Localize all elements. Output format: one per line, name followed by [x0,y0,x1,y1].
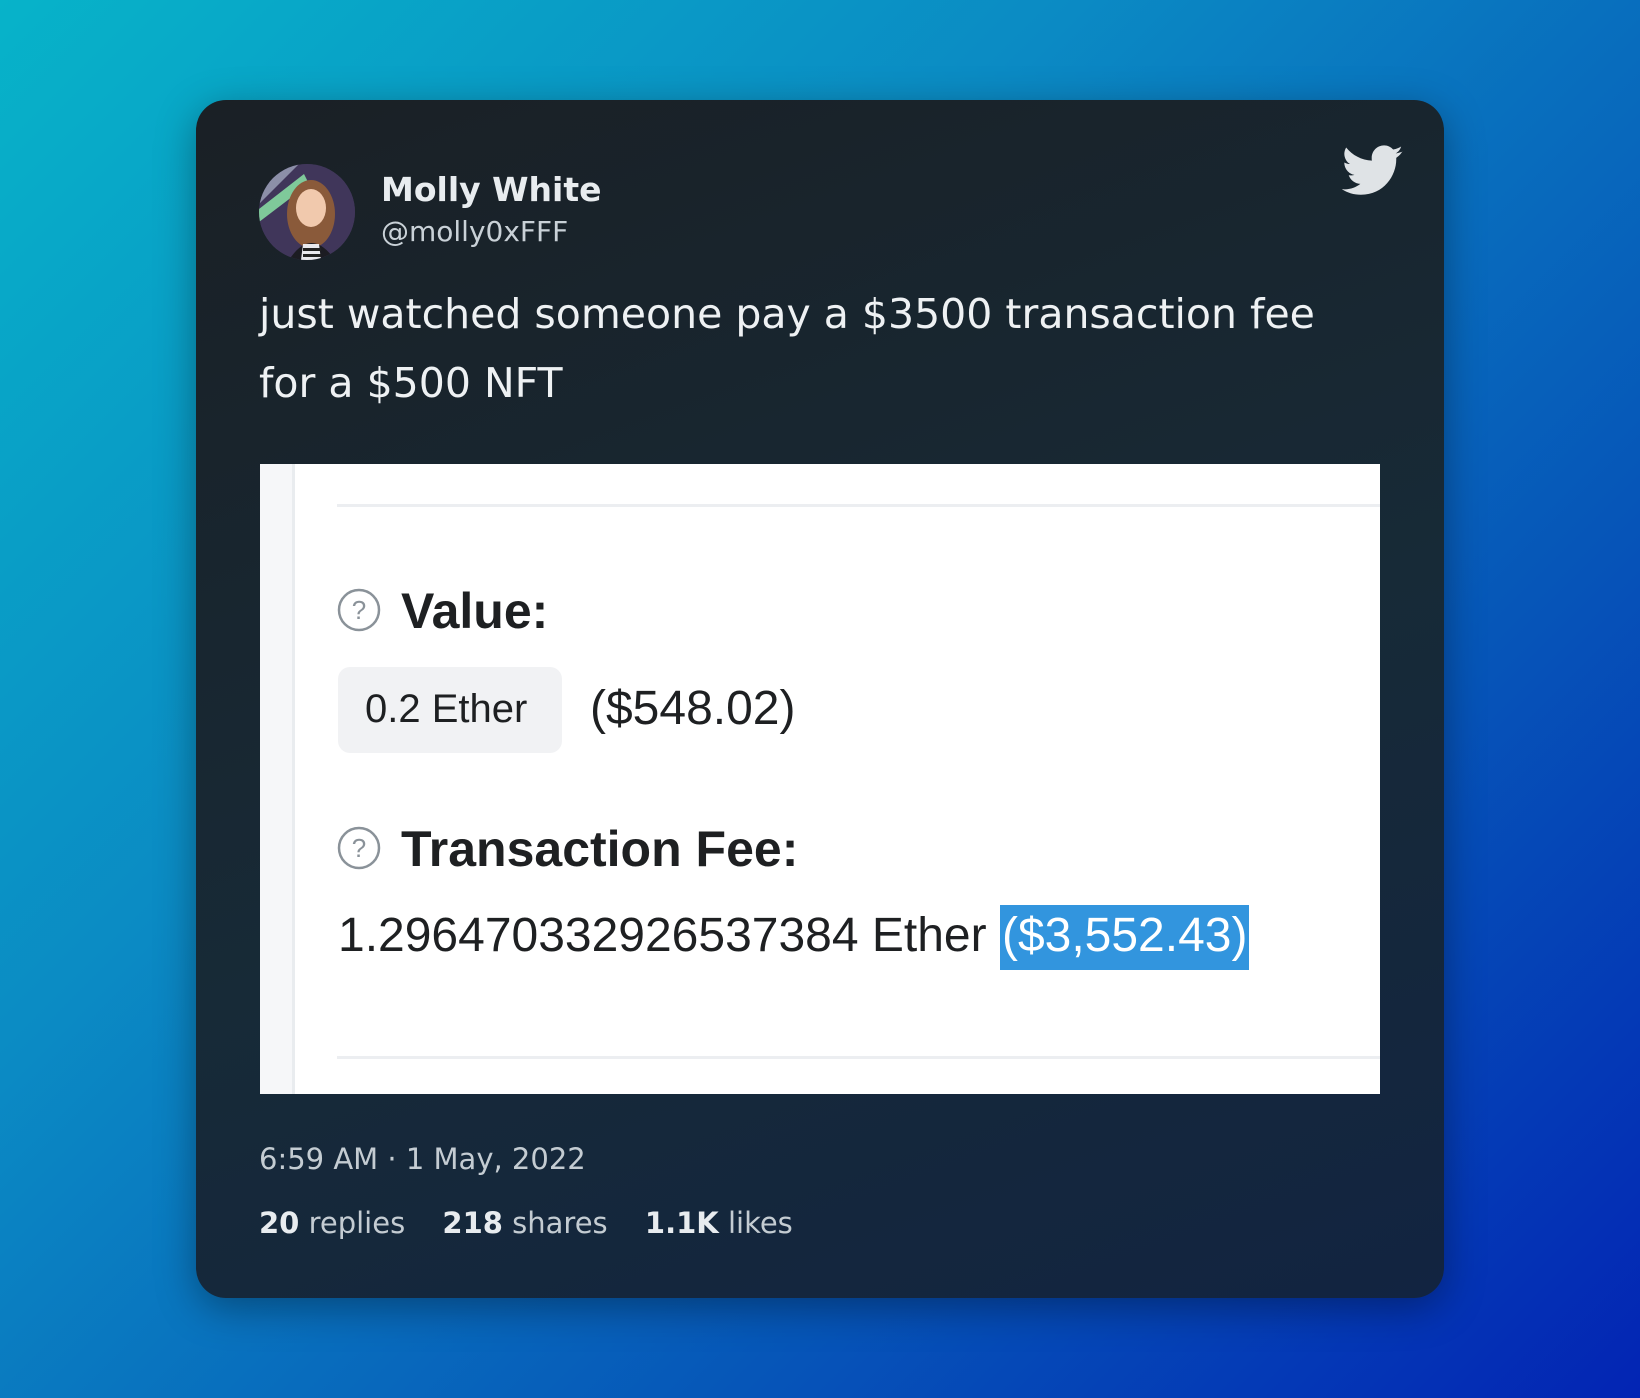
replies-label: replies [308,1206,406,1240]
fee-ether: 1.296470332926537384 Ether [338,909,987,962]
value-ether-badge: 0.2 Ether [338,667,562,753]
replies-count: 20 [259,1206,300,1240]
shares-label: shares [512,1206,608,1240]
tweet-media-image[interactable]: ? Value: 0.2 Ether ($548.02) ? Transacti… [260,464,1380,1094]
tweet-timestamp[interactable]: 6:59 AM · 1 May, 2022 [259,1142,586,1176]
divider-bottom [337,1056,1380,1059]
question-circle-icon: ? [337,588,381,632]
fee-usd: ($3,552.43) [999,905,1250,970]
value-usd: ($548.02) [590,682,796,735]
author-name[interactable]: Molly White [381,170,602,209]
value-ether: 0.2 Ether [365,687,528,731]
twitter-bird-icon[interactable] [1341,144,1404,198]
media-sidebar [260,464,295,1094]
fee-label: Transaction Fee: [401,821,799,877]
question-circle-icon: ? [337,826,381,870]
value-label: Value: [401,583,549,639]
tweet-stats: 20 replies 218 shares 1.1K likes [259,1206,821,1240]
likes-count: 1.1K [644,1206,719,1240]
author-handle[interactable]: @molly0xFFF [381,215,568,248]
svg-text:?: ? [352,833,366,863]
svg-text:?: ? [352,595,366,625]
replies-stat[interactable]: 20 replies [259,1206,405,1240]
fee-row: 1.296470332926537384 Ether ($3,552.43) [338,905,1250,970]
likes-stat[interactable]: 1.1K likes [645,1206,793,1240]
shares-stat[interactable]: 218 shares [442,1206,607,1240]
avatar-image [259,164,355,260]
likes-label: likes [727,1206,793,1240]
tweet-card: Molly White @molly0xFFF just watched som… [196,100,1444,1298]
tweet-text: just watched someone pay a $3500 transac… [259,290,1315,407]
shares-count: 218 [442,1206,503,1240]
avatar[interactable] [259,164,355,260]
divider-top [337,504,1380,507]
